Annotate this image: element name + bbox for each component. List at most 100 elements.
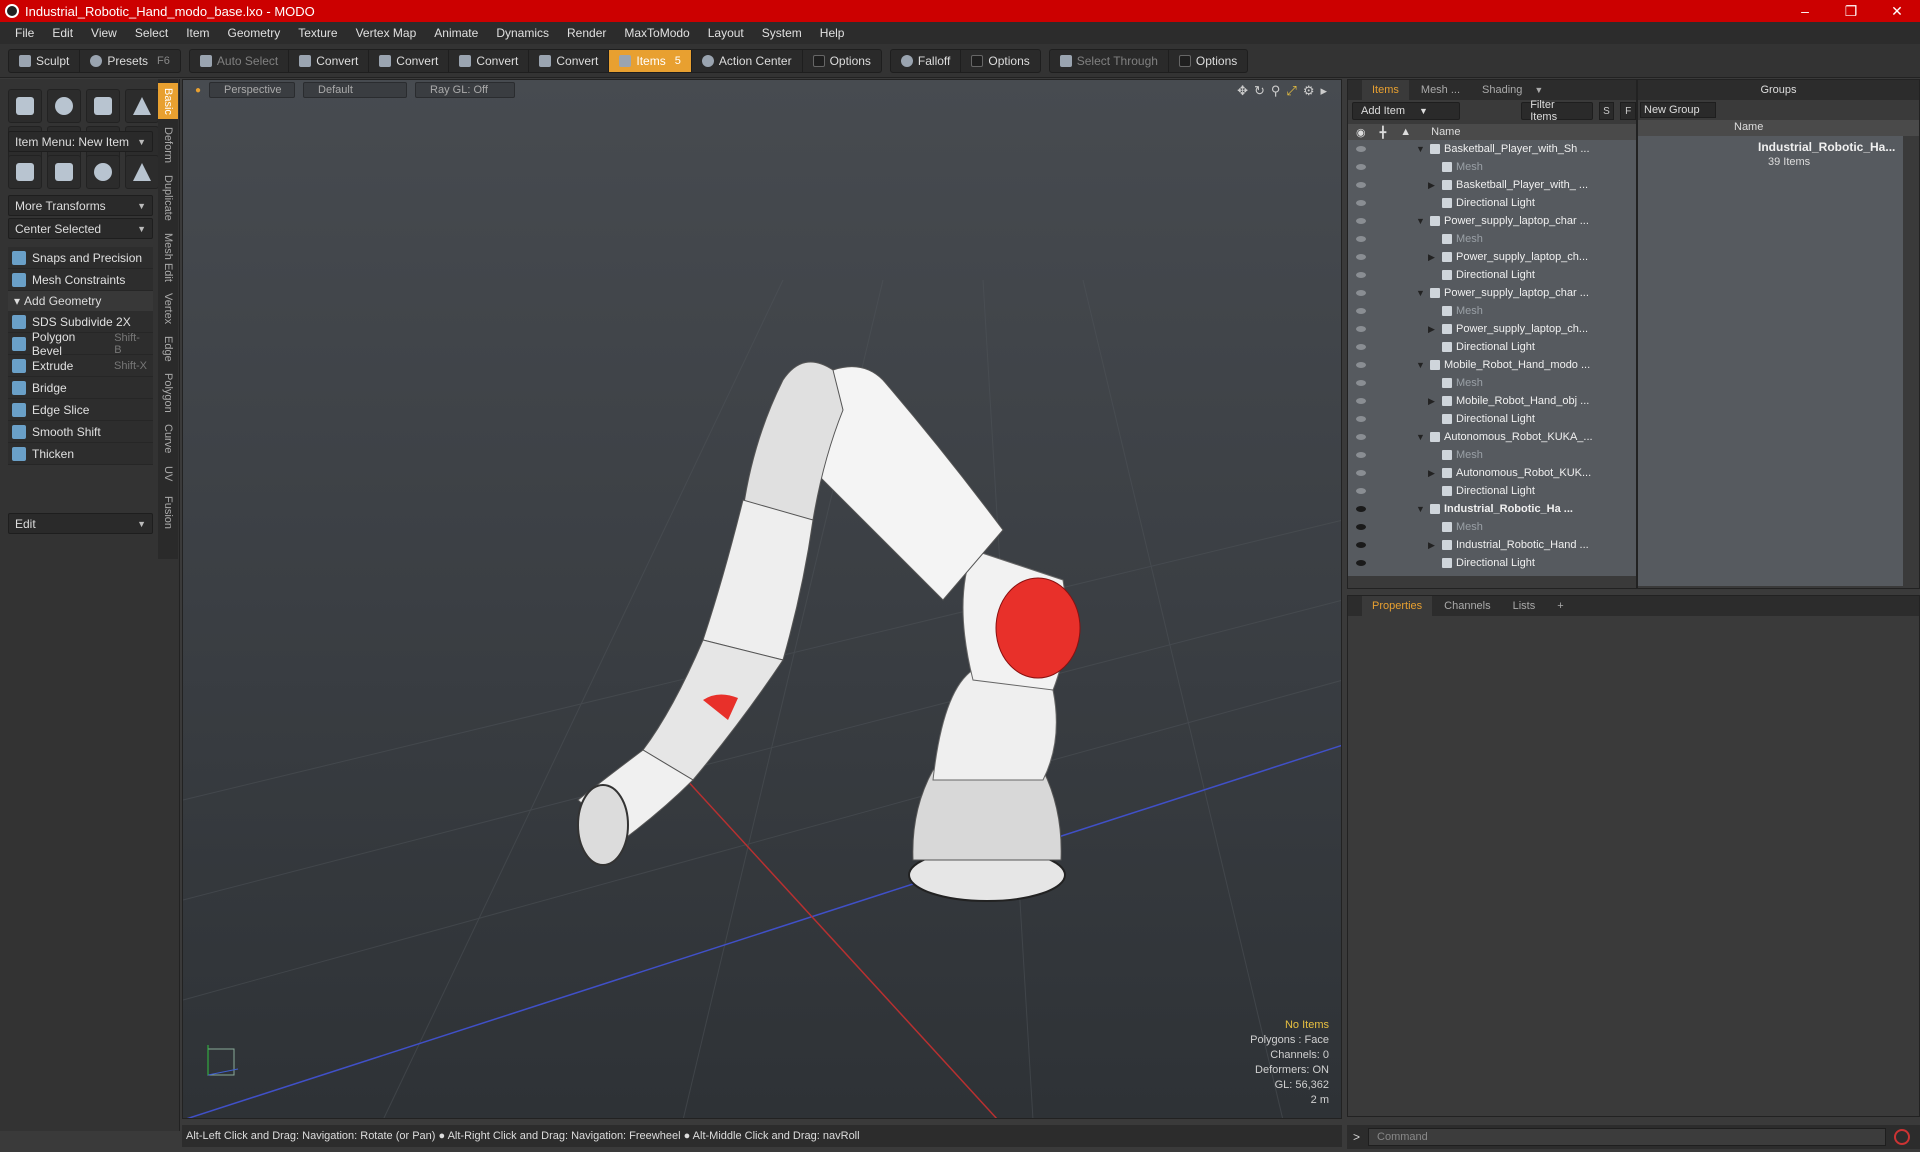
- convert-vertices-button[interactable]: Convert: [289, 49, 370, 72]
- menu-file[interactable]: File: [6, 26, 43, 40]
- item-tree-row[interactable]: Directional Light: [1348, 338, 1636, 356]
- item-tree-row[interactable]: Directional Light: [1348, 554, 1636, 572]
- tab-properties[interactable]: Properties: [1362, 596, 1433, 616]
- sphere-tool[interactable]: [47, 89, 81, 123]
- falloff-options-button[interactable]: Options: [961, 50, 1039, 72]
- tab-mesh[interactable]: Mesh ...: [1411, 80, 1470, 100]
- item-tree-row[interactable]: Directional Light: [1348, 194, 1636, 212]
- grid-tool[interactable]: [47, 155, 81, 189]
- cube-tool[interactable]: [8, 89, 42, 123]
- add-tab-button[interactable]: +: [1547, 596, 1573, 616]
- visibility-column-icon[interactable]: ◉: [1356, 126, 1366, 139]
- eye-icon[interactable]: [1356, 416, 1366, 422]
- item-tree-row[interactable]: ▶ Mobile_Robot_Hand_obj ...: [1348, 392, 1636, 410]
- chevron-down-icon[interactable]: ▼: [1416, 432, 1425, 442]
- tab-deform[interactable]: Deform: [158, 123, 178, 167]
- falloff-button[interactable]: Falloff: [891, 49, 962, 72]
- item-tree-row[interactable]: Directional Light: [1348, 482, 1636, 500]
- menu-help[interactable]: Help: [811, 26, 854, 40]
- select-options-button[interactable]: Options: [1169, 50, 1247, 72]
- item-tree-row[interactable]: ▶ Autonomous_Robot_KUK...: [1348, 464, 1636, 482]
- eye-icon[interactable]: [1356, 146, 1366, 152]
- chevron-down-icon[interactable]: ▼: [1416, 216, 1425, 226]
- eye-icon[interactable]: [1356, 344, 1366, 350]
- menu-geometry[interactable]: Geometry: [219, 26, 290, 40]
- item-tree-row[interactable]: ▼ Industrial_Robotic_Ha ...: [1348, 500, 1636, 518]
- convert-polygons-button[interactable]: Convert: [449, 49, 530, 72]
- item-tree-row[interactable]: ▼ Power_supply_laptop_char ...: [1348, 212, 1636, 230]
- menu-item[interactable]: Item: [177, 26, 218, 40]
- cone-tool[interactable]: [125, 89, 159, 123]
- robot-arm-model[interactable]: [577, 361, 1081, 902]
- eye-icon[interactable]: [1356, 182, 1366, 188]
- minimize-button[interactable]: –: [1782, 0, 1828, 22]
- eye-icon[interactable]: [1356, 254, 1366, 260]
- eye-icon[interactable]: [1356, 236, 1366, 242]
- tab-polygon[interactable]: Polygon: [158, 369, 178, 417]
- item-tree-row[interactable]: ▼ Basketball_Player_with_Sh ...: [1348, 140, 1636, 158]
- item-tree-row[interactable]: Mesh: [1348, 158, 1636, 176]
- transform-tool[interactable]: [8, 155, 42, 189]
- chevron-right-icon[interactable]: ▶: [1428, 324, 1435, 335]
- name-column-header[interactable]: Name: [1431, 126, 1460, 138]
- tab-vertex[interactable]: Vertex: [158, 289, 178, 329]
- polygon-bevel-button[interactable]: Polygon Bevel Shift-B: [8, 330, 153, 358]
- item-tree-row[interactable]: Mesh: [1348, 230, 1636, 248]
- thicken-button[interactable]: Thicken: [8, 443, 153, 465]
- items-mode-button[interactable]: Items 5: [609, 49, 692, 72]
- tab-shading[interactable]: Shading: [1472, 80, 1532, 100]
- action-center-button[interactable]: Action Center: [692, 49, 803, 72]
- tab-mesh-edit[interactable]: Mesh Edit: [158, 229, 178, 285]
- f-toggle-button[interactable]: F: [1620, 102, 1636, 120]
- edit-dropdown[interactable]: Edit ▼: [8, 513, 153, 534]
- item-tree-row[interactable]: ▼ Mobile_Robot_Hand_modo ...: [1348, 356, 1636, 374]
- menu-layout[interactable]: Layout: [699, 26, 753, 40]
- tab-duplicate[interactable]: Duplicate: [158, 171, 178, 225]
- menu-system[interactable]: System: [753, 26, 811, 40]
- item-tree-row[interactable]: ▼ Power_supply_laptop_char ...: [1348, 284, 1636, 302]
- menu-select[interactable]: Select: [126, 26, 177, 40]
- filter-items-button[interactable]: Filter Items: [1521, 99, 1593, 123]
- item-tree-row[interactable]: Mesh: [1348, 446, 1636, 464]
- menu-vertex-map[interactable]: Vertex Map: [347, 26, 426, 40]
- item-tree-row[interactable]: Directional Light: [1348, 410, 1636, 428]
- sculpt-button[interactable]: Sculpt: [9, 49, 81, 72]
- item-tree-row[interactable]: Mesh: [1348, 518, 1636, 536]
- 3d-viewport[interactable]: ● Perspective Default Ray GL: Off ✥ ↻ ⚲ …: [182, 79, 1342, 1119]
- item-tree-row[interactable]: ▶ Power_supply_laptop_ch...: [1348, 320, 1636, 338]
- menu-render[interactable]: Render: [558, 26, 615, 40]
- menu-animate[interactable]: Animate: [425, 26, 487, 40]
- eye-icon[interactable]: [1356, 434, 1366, 440]
- chevron-down-icon[interactable]: ▼: [1416, 144, 1425, 154]
- eye-icon[interactable]: [1356, 218, 1366, 224]
- add-geometry-header[interactable]: ▾ Add Geometry: [8, 291, 153, 311]
- lock-column-icon[interactable]: ╋: [1380, 126, 1387, 139]
- group-item[interactable]: Industrial_Robotic_Ha...: [1758, 140, 1895, 154]
- item-menu-dropdown[interactable]: Item Menu: New Item ▼: [8, 131, 153, 152]
- menu-view[interactable]: View: [82, 26, 126, 40]
- smooth-shift-button[interactable]: Smooth Shift: [8, 421, 153, 443]
- item-tree-row[interactable]: ▼ Autonomous_Robot_KUKA_...: [1348, 428, 1636, 446]
- item-tree-row[interactable]: ▶ Basketball_Player_with_ ...: [1348, 176, 1636, 194]
- menu-dynamics[interactable]: Dynamics: [487, 26, 558, 40]
- auto-select-button[interactable]: Auto Select: [190, 49, 290, 72]
- action-center-options-button[interactable]: Options: [803, 50, 881, 72]
- eye-icon[interactable]: [1356, 452, 1366, 458]
- eye-icon[interactable]: [1356, 524, 1366, 530]
- tab-basic[interactable]: Basic: [158, 83, 178, 119]
- chevron-right-icon[interactable]: ▶: [1428, 252, 1435, 263]
- convert-materials-button[interactable]: Convert: [529, 49, 610, 72]
- cylinder-tool[interactable]: [86, 89, 120, 123]
- select-through-button[interactable]: Select Through: [1050, 49, 1169, 72]
- eye-icon[interactable]: [1356, 272, 1366, 278]
- eye-icon[interactable]: [1356, 326, 1366, 332]
- eye-icon[interactable]: [1356, 362, 1366, 368]
- presets-button[interactable]: Presets F6: [80, 50, 180, 72]
- item-tree-row[interactable]: Mesh: [1348, 374, 1636, 392]
- chevron-down-icon[interactable]: ▼: [1416, 360, 1425, 370]
- tab-lists[interactable]: Lists: [1503, 596, 1546, 616]
- chevron-right-icon[interactable]: ▶: [1428, 540, 1435, 551]
- item-tree-row[interactable]: Directional Light: [1348, 266, 1636, 284]
- more-transforms-dropdown[interactable]: More Transforms ▼: [8, 195, 153, 216]
- eye-icon[interactable]: [1356, 308, 1366, 314]
